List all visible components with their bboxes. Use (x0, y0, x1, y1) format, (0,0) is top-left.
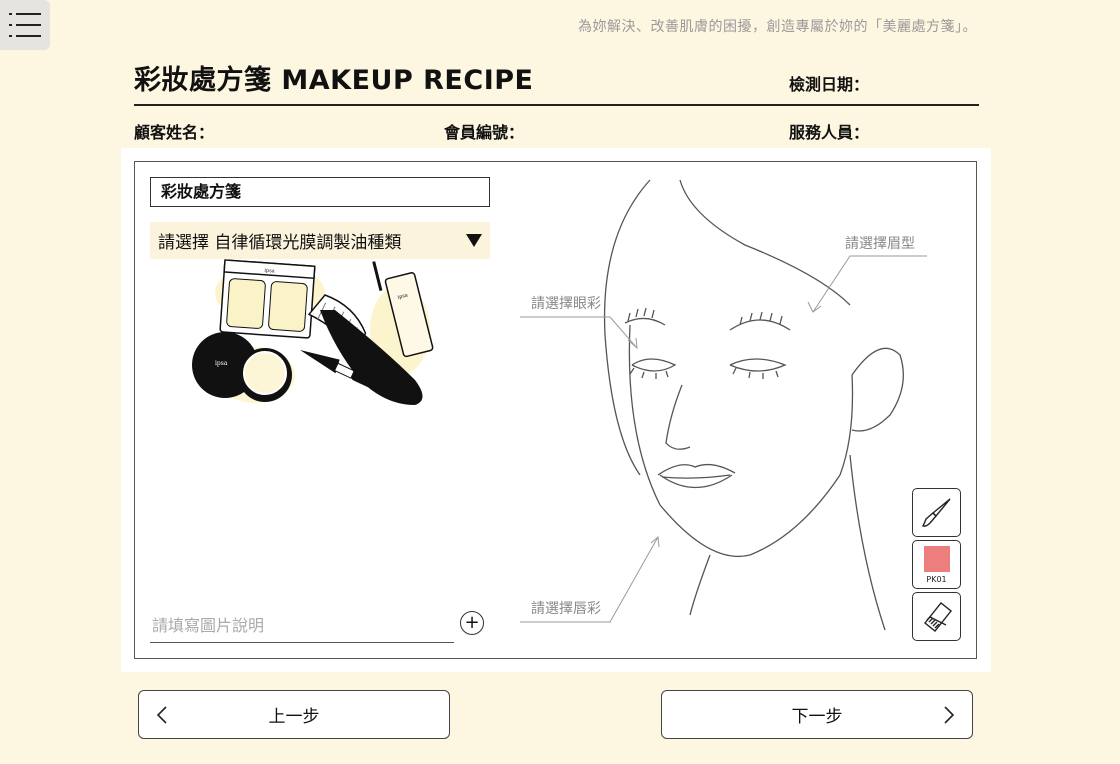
next-step-label: 下一步 (791, 707, 843, 727)
eraser-icon (923, 601, 952, 632)
header-divider (134, 104, 979, 106)
color-swatch (923, 545, 950, 572)
page-title: 彩妝處方箋 MAKEUP RECIPE (134, 65, 534, 96)
test-date-label: 檢測日期： (789, 75, 870, 94)
menu-button[interactable] (0, 0, 50, 50)
recipe-box-title: 彩妝處方箋 (150, 177, 490, 207)
eyebrow-shape-selector[interactable]: 請選擇眉型 (845, 233, 915, 253)
color-swatch-button[interactable]: PK01 (912, 540, 961, 589)
swatch-code: PK01 (926, 574, 947, 584)
makeup-products-illustration: ipsa ipsa ipsa (192, 259, 434, 405)
chevron-left-icon (156, 706, 167, 724)
next-step-button[interactable]: 下一步 (661, 690, 973, 739)
hamburger-icon (9, 13, 41, 37)
plus-icon: + (464, 612, 480, 633)
eraser-tool-button[interactable] (912, 592, 961, 641)
eyeshadow-selector[interactable]: 請選擇眼彩 (531, 293, 601, 313)
member-id-label: 會員編號： (444, 123, 525, 142)
brush-icon (921, 497, 951, 527)
staff-label: 服務人員： (789, 123, 870, 142)
previous-step-button[interactable]: 上一步 (138, 690, 450, 739)
brush-tool-button[interactable] (912, 488, 961, 537)
tagline: 為妳解決、改善肌膚的困擾，創造專屬於妳的「美麗處方箋」。 (578, 19, 977, 35)
add-caption-button[interactable]: + (460, 611, 484, 635)
compact-brand-text: ipsa (264, 268, 275, 275)
customer-name-label: 顧客姓名： (134, 123, 215, 142)
oil-type-select-value: 請選擇 自律循環光膜調製油種類 (158, 233, 402, 253)
jar-brand-text: ipsa (215, 360, 228, 367)
image-caption-input[interactable] (150, 608, 454, 643)
previous-step-label: 上一步 (268, 707, 320, 727)
lip-color-selector[interactable]: 請選擇唇彩 (531, 598, 601, 618)
dropdown-triangle-icon (466, 234, 482, 247)
chevron-right-icon (944, 706, 955, 724)
oil-type-select[interactable]: 請選擇 自律循環光膜調製油種類 (150, 222, 490, 259)
